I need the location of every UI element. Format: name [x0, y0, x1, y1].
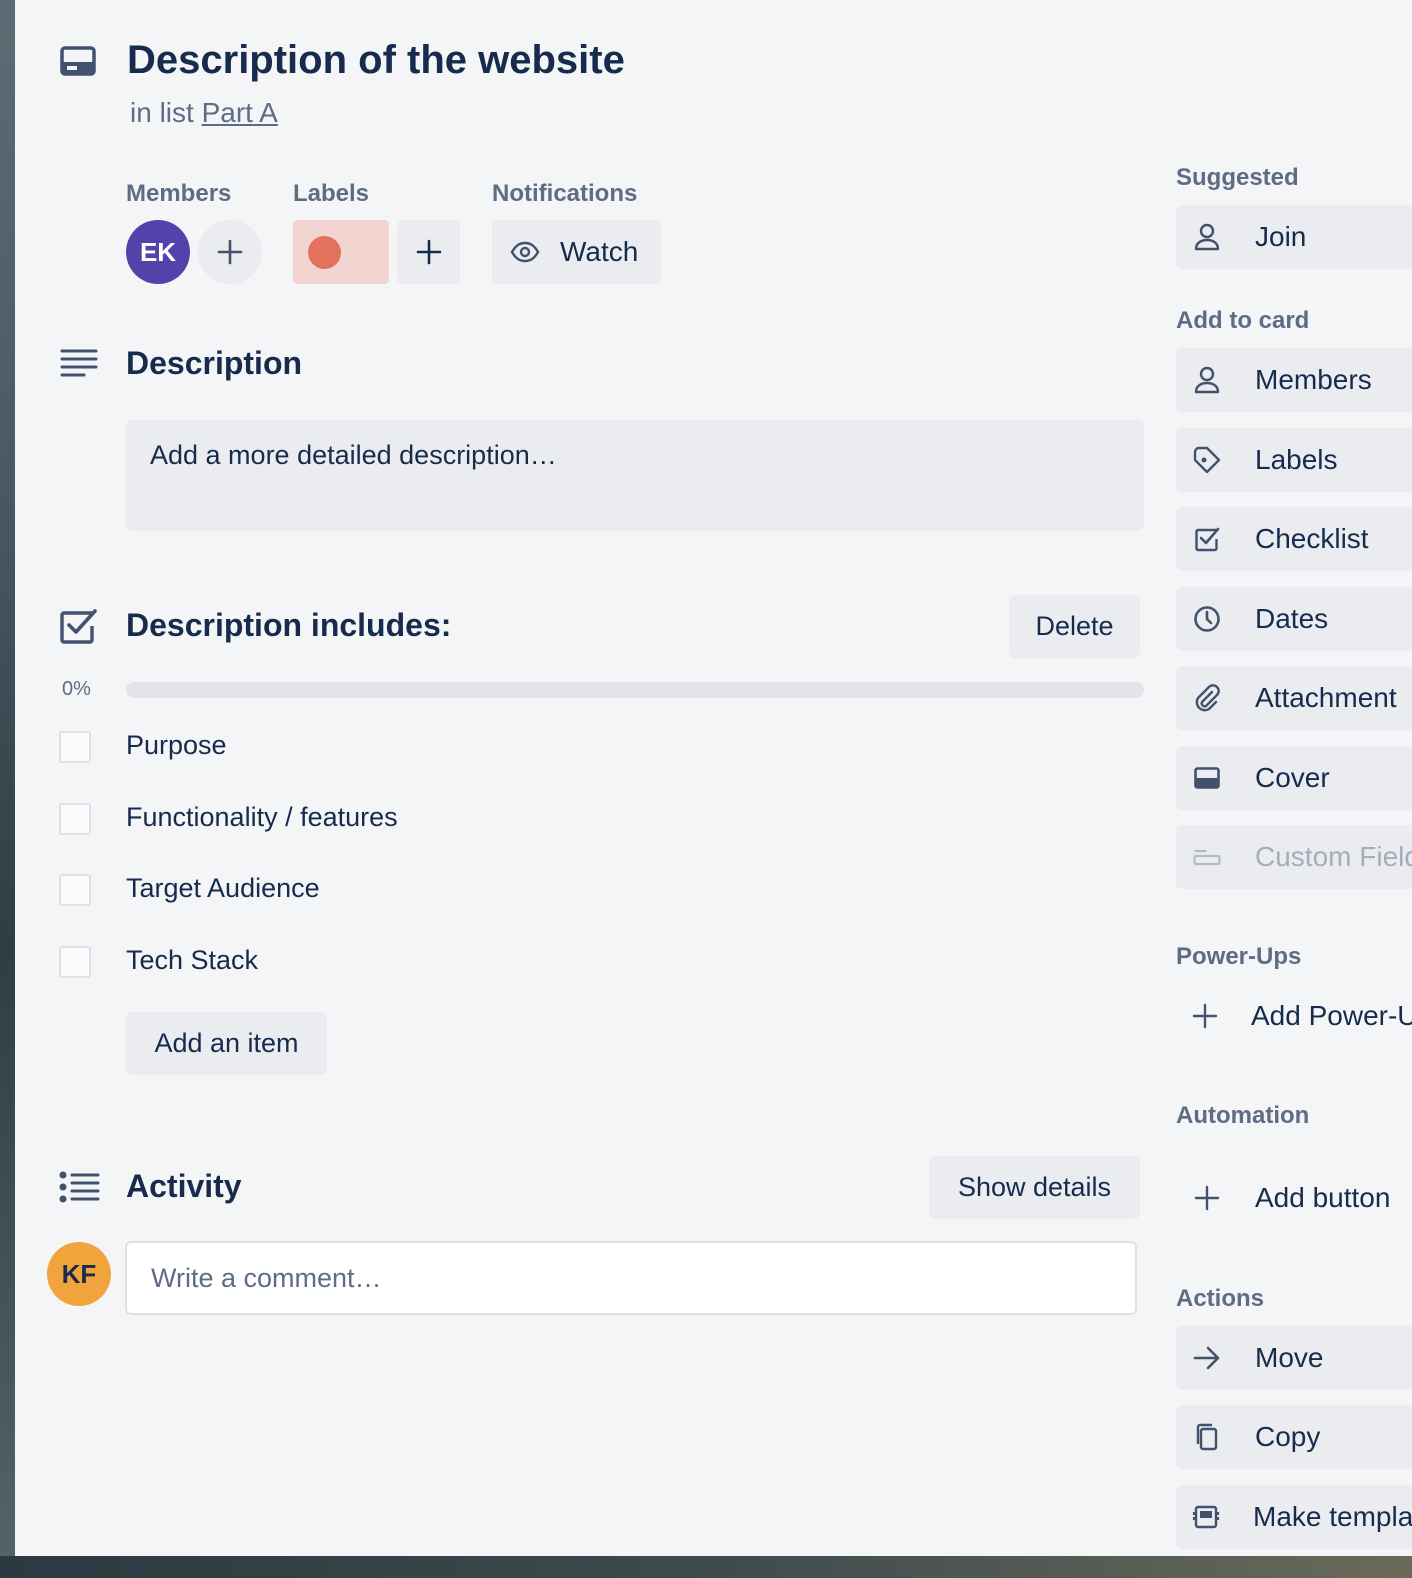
activity-icon	[58, 1170, 100, 1204]
dates-button[interactable]: Dates	[1176, 587, 1412, 651]
checklist-item-checkbox[interactable]	[59, 731, 91, 763]
cover-button[interactable]: Cover	[1176, 746, 1412, 810]
attachment-button-label: Attachment	[1255, 682, 1397, 713]
eye-icon	[510, 241, 540, 263]
checklist-button-label: Checklist	[1255, 523, 1369, 554]
add-button-label: Add button	[1255, 1182, 1391, 1213]
members-label: Members	[126, 180, 232, 207]
join-button[interactable]: Join	[1176, 205, 1412, 269]
checklist-progress-text: 0%	[62, 678, 91, 700]
activity-heading: Activity	[126, 1168, 242, 1204]
notifications-label: Notifications	[492, 180, 638, 207]
in-list-prefix: in list	[130, 97, 194, 128]
labels-button-label: Labels	[1255, 444, 1338, 475]
cover-button-label: Cover	[1255, 762, 1330, 793]
checklist-item[interactable]: Functionality / features	[59, 802, 1144, 836]
card-detail-modal: Description of the website in list Part …	[15, 0, 1412, 1556]
copy-button[interactable]: Copy	[1176, 1405, 1412, 1469]
checklist-item-text[interactable]: Tech Stack	[126, 945, 258, 976]
custom-field-icon	[1192, 842, 1222, 872]
members-button[interactable]: Members	[1176, 348, 1412, 412]
board-backdrop-bottom	[0, 1556, 1412, 1578]
powerups-label: Power-Ups	[1176, 943, 1302, 970]
card-title[interactable]: Description of the website	[127, 38, 625, 83]
card-icon	[60, 45, 96, 77]
card-cover-icon	[1192, 763, 1222, 793]
label-color-dot	[308, 235, 341, 269]
join-label: Join	[1255, 221, 1307, 252]
move-button[interactable]: Move	[1176, 1326, 1412, 1390]
checklist-item-checkbox[interactable]	[59, 946, 91, 978]
checklist-item-checkbox[interactable]	[59, 874, 91, 906]
checklist-progress-bar	[126, 682, 1144, 698]
comment-input[interactable]	[125, 1241, 1137, 1315]
custom-fields-button[interactable]: Custom Fields	[1176, 825, 1412, 889]
dates-button-label: Dates	[1255, 603, 1329, 634]
make-template-button-label: Make template	[1253, 1501, 1412, 1532]
show-details-button[interactable]: Show details	[929, 1156, 1140, 1219]
labels-button[interactable]: Labels	[1176, 428, 1412, 492]
checklist-item[interactable]: Target Audience	[59, 873, 1144, 907]
plus-icon	[1192, 1001, 1218, 1031]
checklist-item-text[interactable]: Target Audience	[126, 873, 320, 904]
checklist-heading[interactable]: Description includes:	[126, 607, 451, 644]
checklist-item-text[interactable]: Purpose	[126, 730, 227, 761]
paperclip-icon	[1192, 683, 1222, 713]
plus-icon	[415, 238, 443, 266]
board-backdrop	[0, 0, 15, 1578]
members-button-label: Members	[1255, 364, 1372, 395]
tag-icon	[1192, 445, 1222, 475]
description-editor[interactable]: Add a more detailed description…	[126, 420, 1144, 531]
checklist-icon	[60, 608, 98, 644]
add-to-card-label: Add to card	[1176, 307, 1310, 334]
description-heading: Description	[126, 345, 303, 381]
plus-icon	[216, 238, 244, 266]
card-list-info: in list Part A	[130, 97, 278, 129]
description-icon	[60, 348, 98, 380]
add-label-button[interactable]	[397, 220, 460, 284]
copy-button-label: Copy	[1255, 1421, 1321, 1452]
checkbox-icon	[1192, 524, 1222, 554]
actions-label: Actions	[1176, 1285, 1265, 1312]
add-member-button[interactable]	[198, 220, 262, 284]
checklist-button[interactable]: Checklist	[1176, 507, 1412, 571]
add-powerups-label: Add Power-Ups	[1251, 1000, 1412, 1031]
custom-fields-button-label: Custom Fields	[1255, 841, 1412, 872]
label-chip[interactable]	[293, 220, 389, 284]
clock-icon	[1192, 604, 1222, 634]
labels-label: Labels	[293, 180, 370, 207]
automation-label: Automation	[1176, 1102, 1310, 1129]
checklist-item[interactable]: Tech Stack	[59, 945, 1144, 979]
add-powerups-button[interactable]: Add Power-Ups	[1176, 984, 1412, 1048]
person-icon	[1192, 222, 1222, 252]
plus-icon	[1192, 1183, 1222, 1213]
delete-checklist-button[interactable]: Delete	[1009, 595, 1140, 658]
checklist-item[interactable]: Purpose	[59, 730, 1144, 764]
copy-icon	[1192, 1422, 1222, 1452]
arrow-right-icon	[1192, 1343, 1222, 1373]
member-avatar[interactable]: EK	[126, 220, 190, 284]
watch-button[interactable]: Watch	[492, 220, 661, 284]
attachment-button[interactable]: Attachment	[1176, 666, 1412, 730]
checklist-item-text[interactable]: Functionality / features	[126, 802, 398, 833]
suggested-label: Suggested	[1176, 164, 1299, 191]
add-automation-button[interactable]: Add button	[1176, 1166, 1412, 1230]
add-item-button[interactable]: Add an item	[126, 1012, 327, 1075]
watch-label: Watch	[560, 236, 639, 267]
make-template-button[interactable]: Make template	[1176, 1485, 1412, 1549]
move-button-label: Move	[1255, 1342, 1324, 1373]
current-user-avatar[interactable]: KF	[47, 1242, 111, 1306]
checklist-item-checkbox[interactable]	[59, 803, 91, 835]
list-link[interactable]: Part A	[202, 97, 278, 128]
template-icon	[1192, 1502, 1220, 1532]
person-icon	[1192, 365, 1222, 395]
